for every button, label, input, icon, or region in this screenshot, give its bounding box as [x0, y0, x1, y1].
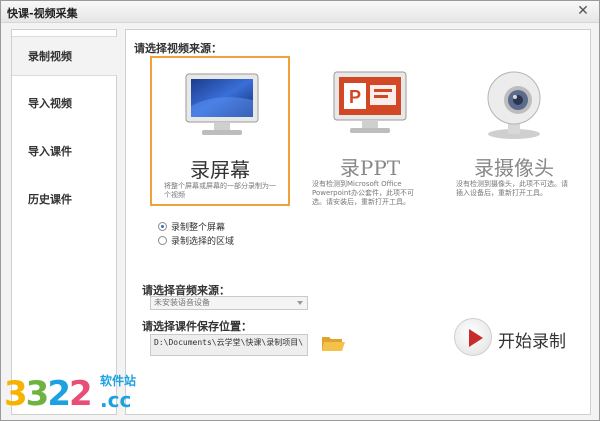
- watermark-domain: .cc: [100, 388, 132, 412]
- title-bar: 快课-视频采集 ✕: [1, 1, 599, 23]
- audio-source-value: 未安装语音设备: [154, 298, 210, 307]
- webcam-icon: [487, 71, 541, 139]
- sidebar-item-label: 导入课件: [28, 145, 72, 158]
- sidebar-item-label: 录制视频: [28, 50, 72, 63]
- record-screen-card[interactable]: 录屏幕 将整个屏幕或屏幕的一部分录制为一个视频: [150, 56, 290, 206]
- sidebar-item-label: 导入视频: [28, 97, 72, 110]
- play-icon: [469, 329, 483, 347]
- sidebar-item-import-courseware[interactable]: 导入课件: [12, 132, 116, 172]
- watermark-text: 软件站: [100, 374, 137, 388]
- site-watermark: 3322 软件站 .cc: [4, 370, 154, 420]
- chevron-down-icon: [297, 301, 303, 305]
- start-record-label: 开始录制: [498, 332, 566, 352]
- record-icon: [454, 318, 492, 356]
- window-title: 快课-视频采集: [7, 7, 78, 20]
- record-ppt-card[interactable]: P 录PPT 没有检测到Microsoft Office Powerpoint办…: [300, 56, 440, 206]
- monitor-icon: [185, 73, 259, 135]
- save-path-field[interactable]: D:\Documents\云学堂\快课\录制项目\: [150, 334, 308, 356]
- main-panel: 请选择视频来源： 录屏幕 将整个屏幕或屏幕的一部分录制为一个视频 P 录PPT …: [125, 29, 591, 415]
- card-description: 没有检测到Microsoft Office Powerpoint办公套件，此项不…: [312, 180, 415, 206]
- svg-text:P: P: [349, 87, 361, 107]
- close-button[interactable]: ✕: [575, 3, 591, 19]
- folder-icon[interactable]: [320, 332, 346, 354]
- audio-source-select[interactable]: 未安装语音设备: [150, 296, 308, 310]
- radio-label: 录制整个屏幕: [171, 223, 226, 233]
- radio-button[interactable]: [158, 222, 167, 231]
- card-description: 没有检测到摄像头，此项不可选。请插入设备后，重新打开工具。: [456, 180, 568, 197]
- card-title: 录摄像头: [474, 156, 554, 180]
- sidebar-item-history[interactable]: 历史课件: [12, 180, 116, 220]
- record-webcam-card[interactable]: 录摄像头 没有检测到摄像头，此项不可选。请插入设备后，重新打开工具。: [444, 56, 584, 206]
- sidebar-item-import-video[interactable]: 导入视频: [12, 84, 116, 124]
- radio-button[interactable]: [158, 236, 167, 245]
- sidebar-item-record-video[interactable]: 录制视频: [12, 36, 117, 76]
- video-source-label: 请选择视频来源：: [134, 42, 222, 55]
- card-description: 将整个屏幕或屏幕的一部分录制为一个视频: [164, 182, 276, 199]
- app-window: 快课-视频采集 ✕ 录制视频 导入视频 导入课件 历史课件 请选择视频来源： 录…: [0, 0, 600, 421]
- radio-selected-area[interactable]: 录制选择的区域: [158, 234, 234, 248]
- powerpoint-icon: P: [333, 71, 407, 133]
- sidebar: 录制视频 导入视频 导入课件 历史课件: [11, 29, 117, 415]
- save-location-label: 请选择课件保存位置：: [142, 320, 252, 333]
- sidebar-item-label: 历史课件: [28, 193, 72, 206]
- start-record-button[interactable]: 开始录制: [454, 318, 570, 358]
- card-title: 录屏幕: [190, 158, 250, 182]
- radio-label: 录制选择的区域: [171, 237, 235, 247]
- watermark-digits: 3322: [4, 374, 93, 414]
- radio-full-screen[interactable]: 录制整个屏幕: [158, 220, 225, 234]
- card-title: 录PPT: [339, 156, 401, 180]
